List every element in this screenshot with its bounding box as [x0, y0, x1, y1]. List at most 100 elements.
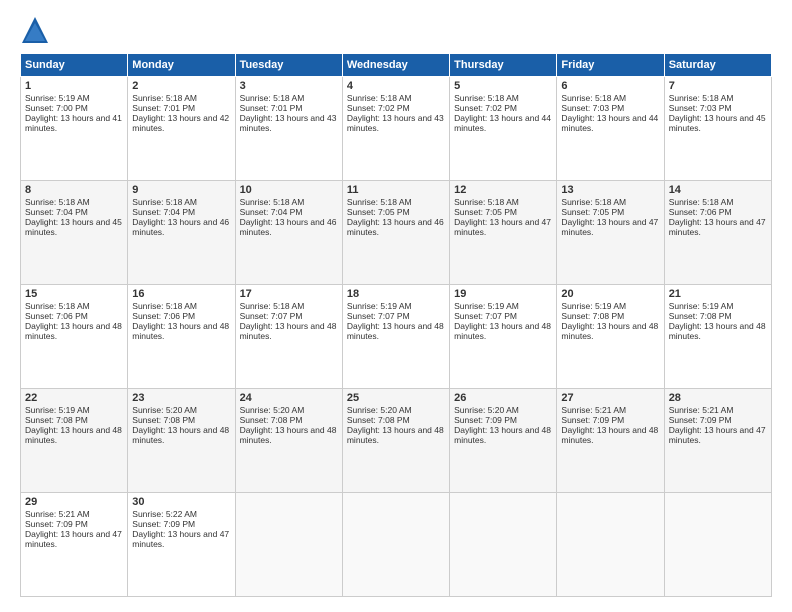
daylight-label: Daylight: 13 hours and 48 minutes. — [347, 425, 444, 445]
daylight-label: Daylight: 13 hours and 48 minutes. — [132, 321, 229, 341]
day-number: 25 — [347, 392, 445, 404]
sunset-label: Sunset: 7:08 PM — [240, 415, 303, 425]
daylight-label: Daylight: 13 hours and 48 minutes. — [25, 321, 122, 341]
sunrise-label: Sunrise: 5:18 AM — [25, 197, 90, 207]
day-number: 26 — [454, 392, 552, 404]
th-friday: Friday — [557, 54, 664, 77]
sunrise-label: Sunrise: 5:18 AM — [240, 301, 305, 311]
sunrise-label: Sunrise: 5:19 AM — [25, 405, 90, 415]
day-number: 4 — [347, 80, 445, 92]
table-cell: 28 Sunrise: 5:21 AM Sunset: 7:09 PM Dayl… — [664, 389, 771, 493]
daylight-label: Daylight: 13 hours and 48 minutes. — [561, 425, 658, 445]
sunset-label: Sunset: 7:08 PM — [347, 415, 410, 425]
daylight-label: Daylight: 13 hours and 47 minutes. — [454, 217, 551, 237]
sunset-label: Sunset: 7:04 PM — [240, 207, 303, 217]
table-cell: 30 Sunrise: 5:22 AM Sunset: 7:09 PM Dayl… — [128, 493, 235, 597]
sunset-label: Sunset: 7:02 PM — [347, 103, 410, 113]
table-cell: 29 Sunrise: 5:21 AM Sunset: 7:09 PM Dayl… — [21, 493, 128, 597]
day-number: 21 — [669, 288, 767, 300]
daylight-label: Daylight: 13 hours and 47 minutes. — [25, 529, 122, 549]
day-number: 13 — [561, 184, 659, 196]
table-cell: 2 Sunrise: 5:18 AM Sunset: 7:01 PM Dayli… — [128, 77, 235, 181]
table-row: 29 Sunrise: 5:21 AM Sunset: 7:09 PM Dayl… — [21, 493, 772, 597]
sunrise-label: Sunrise: 5:18 AM — [347, 93, 412, 103]
day-number: 23 — [132, 392, 230, 404]
table-cell: 19 Sunrise: 5:19 AM Sunset: 7:07 PM Dayl… — [450, 285, 557, 389]
day-number: 19 — [454, 288, 552, 300]
page: Sunday Monday Tuesday Wednesday Thursday… — [0, 0, 792, 612]
daylight-label: Daylight: 13 hours and 48 minutes. — [454, 321, 551, 341]
day-number: 29 — [25, 496, 123, 508]
day-number: 22 — [25, 392, 123, 404]
table-cell: 9 Sunrise: 5:18 AM Sunset: 7:04 PM Dayli… — [128, 181, 235, 285]
table-row: 8 Sunrise: 5:18 AM Sunset: 7:04 PM Dayli… — [21, 181, 772, 285]
sunset-label: Sunset: 7:01 PM — [132, 103, 195, 113]
logo-icon — [20, 15, 50, 45]
daylight-label: Daylight: 13 hours and 48 minutes. — [454, 425, 551, 445]
day-number: 30 — [132, 496, 230, 508]
daylight-label: Daylight: 13 hours and 48 minutes. — [347, 321, 444, 341]
day-number: 8 — [25, 184, 123, 196]
daylight-label: Daylight: 13 hours and 43 minutes. — [240, 113, 337, 133]
day-number: 9 — [132, 184, 230, 196]
sunrise-label: Sunrise: 5:19 AM — [669, 301, 734, 311]
th-thursday: Thursday — [450, 54, 557, 77]
day-number: 17 — [240, 288, 338, 300]
sunset-label: Sunset: 7:04 PM — [25, 207, 88, 217]
sunset-label: Sunset: 7:00 PM — [25, 103, 88, 113]
sunset-label: Sunset: 7:01 PM — [240, 103, 303, 113]
sunrise-label: Sunrise: 5:18 AM — [132, 197, 197, 207]
sunrise-label: Sunrise: 5:18 AM — [561, 197, 626, 207]
table-cell: 20 Sunrise: 5:19 AM Sunset: 7:08 PM Dayl… — [557, 285, 664, 389]
daylight-label: Daylight: 13 hours and 47 minutes. — [669, 425, 766, 445]
day-number: 15 — [25, 288, 123, 300]
sunrise-label: Sunrise: 5:18 AM — [347, 197, 412, 207]
daylight-label: Daylight: 13 hours and 48 minutes. — [669, 321, 766, 341]
day-number: 18 — [347, 288, 445, 300]
th-saturday: Saturday — [664, 54, 771, 77]
calendar-table: Sunday Monday Tuesday Wednesday Thursday… — [20, 53, 772, 597]
sunrise-label: Sunrise: 5:21 AM — [669, 405, 734, 415]
daylight-label: Daylight: 13 hours and 41 minutes. — [25, 113, 122, 133]
sunrise-label: Sunrise: 5:18 AM — [454, 93, 519, 103]
sunrise-label: Sunrise: 5:18 AM — [240, 93, 305, 103]
table-cell: 1 Sunrise: 5:19 AM Sunset: 7:00 PM Dayli… — [21, 77, 128, 181]
table-cell: 10 Sunrise: 5:18 AM Sunset: 7:04 PM Dayl… — [235, 181, 342, 285]
daylight-label: Daylight: 13 hours and 47 minutes. — [669, 217, 766, 237]
sunset-label: Sunset: 7:09 PM — [669, 415, 732, 425]
daylight-label: Daylight: 13 hours and 48 minutes. — [240, 321, 337, 341]
table-cell: 23 Sunrise: 5:20 AM Sunset: 7:08 PM Dayl… — [128, 389, 235, 493]
sunset-label: Sunset: 7:07 PM — [347, 311, 410, 321]
daylight-label: Daylight: 13 hours and 44 minutes. — [561, 113, 658, 133]
day-number: 20 — [561, 288, 659, 300]
daylight-label: Daylight: 13 hours and 46 minutes. — [240, 217, 337, 237]
table-cell: 7 Sunrise: 5:18 AM Sunset: 7:03 PM Dayli… — [664, 77, 771, 181]
day-number: 10 — [240, 184, 338, 196]
sunset-label: Sunset: 7:02 PM — [454, 103, 517, 113]
sunrise-label: Sunrise: 5:21 AM — [561, 405, 626, 415]
sunset-label: Sunset: 7:08 PM — [132, 415, 195, 425]
table-cell: 15 Sunrise: 5:18 AM Sunset: 7:06 PM Dayl… — [21, 285, 128, 389]
sunrise-label: Sunrise: 5:18 AM — [561, 93, 626, 103]
sunrise-label: Sunrise: 5:19 AM — [25, 93, 90, 103]
day-number: 14 — [669, 184, 767, 196]
daylight-label: Daylight: 13 hours and 42 minutes. — [132, 113, 229, 133]
sunrise-label: Sunrise: 5:18 AM — [240, 197, 305, 207]
sunrise-label: Sunrise: 5:19 AM — [347, 301, 412, 311]
table-cell: 6 Sunrise: 5:18 AM Sunset: 7:03 PM Dayli… — [557, 77, 664, 181]
sunset-label: Sunset: 7:08 PM — [25, 415, 88, 425]
sunset-label: Sunset: 7:08 PM — [669, 311, 732, 321]
sunset-label: Sunset: 7:08 PM — [561, 311, 624, 321]
table-cell: 11 Sunrise: 5:18 AM Sunset: 7:05 PM Dayl… — [342, 181, 449, 285]
sunset-label: Sunset: 7:09 PM — [25, 519, 88, 529]
table-row: 22 Sunrise: 5:19 AM Sunset: 7:08 PM Dayl… — [21, 389, 772, 493]
table-cell — [664, 493, 771, 597]
sunrise-label: Sunrise: 5:18 AM — [132, 93, 197, 103]
daylight-label: Daylight: 13 hours and 48 minutes. — [561, 321, 658, 341]
table-cell: 12 Sunrise: 5:18 AM Sunset: 7:05 PM Dayl… — [450, 181, 557, 285]
table-cell: 17 Sunrise: 5:18 AM Sunset: 7:07 PM Dayl… — [235, 285, 342, 389]
th-wednesday: Wednesday — [342, 54, 449, 77]
day-number: 24 — [240, 392, 338, 404]
daylight-label: Daylight: 13 hours and 48 minutes. — [240, 425, 337, 445]
table-cell — [557, 493, 664, 597]
